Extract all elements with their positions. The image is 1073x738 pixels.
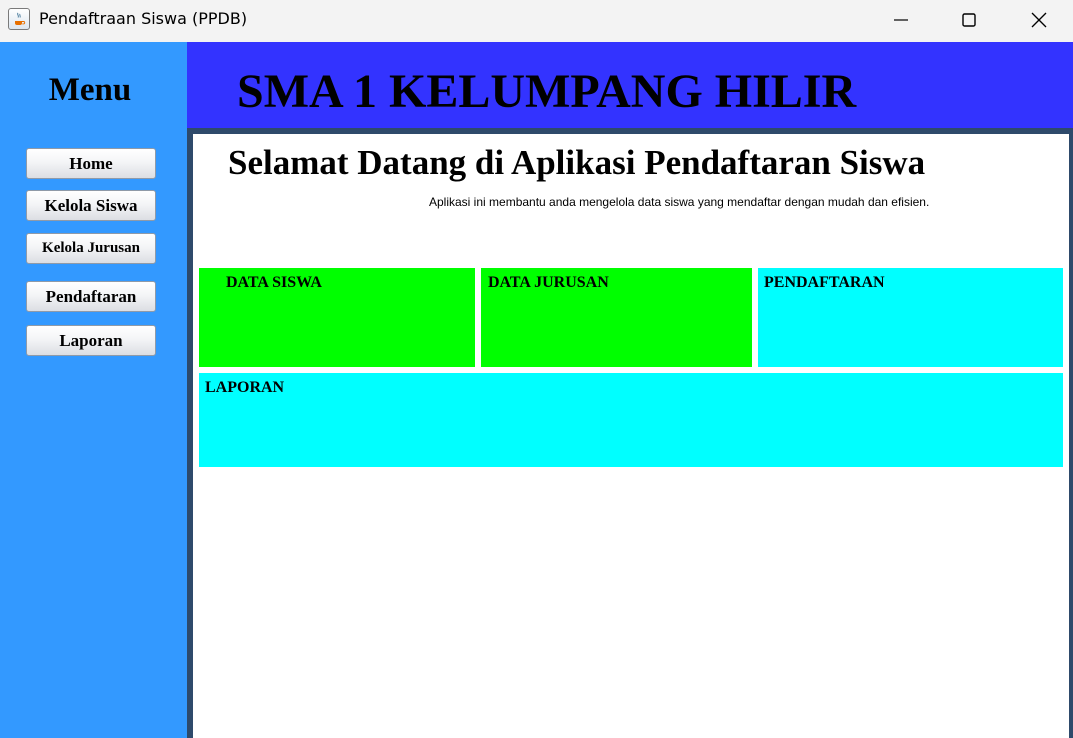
laporan-panel[interactable]: LAPORAN <box>199 373 1063 467</box>
pendaftaran-panel[interactable]: PENDAFTARAN <box>758 268 1063 367</box>
laporan-button[interactable]: Laporan <box>26 325 156 356</box>
menu-title: Menu <box>48 72 132 108</box>
close-button[interactable] <box>1004 0 1073 40</box>
maximize-button[interactable] <box>934 0 1004 40</box>
kelola-siswa-button[interactable]: Kelola Siswa <box>26 190 156 221</box>
kelola-jurusan-button[interactable]: Kelola Jurusan <box>26 233 156 264</box>
data-jurusan-panel[interactable]: DATA JURUSAN <box>481 268 752 367</box>
data-siswa-label: DATA SISWA <box>226 274 322 291</box>
window-title: Pendaftraan Siswa (PPDB) <box>39 9 248 28</box>
minimize-button[interactable] <box>866 0 936 40</box>
title-bar[interactable]: Pendaftraan Siswa (PPDB) <box>0 0 1073 42</box>
pendaftaran-button[interactable]: Pendaftaran <box>26 281 156 312</box>
close-icon <box>1031 12 1047 28</box>
minimize-icon <box>894 19 908 21</box>
maximize-icon <box>962 13 976 27</box>
home-button[interactable]: Home <box>26 148 156 179</box>
school-name: SMA 1 KELUMPANG HILIR <box>237 65 857 118</box>
pendaftaran-label: PENDAFTARAN <box>764 274 885 291</box>
data-jurusan-label: DATA JURUSAN <box>488 274 609 291</box>
welcome-description: Aplikasi ini membantu anda mengelola dat… <box>429 195 930 209</box>
content-panel: Selamat Datang di Aplikasi Pendaftaran S… <box>193 134 1069 738</box>
sidebar: Menu Home Kelola Siswa Kelola Jurusan Pe… <box>0 42 187 738</box>
school-header: SMA 1 KELUMPANG HILIR <box>187 42 1073 128</box>
app-window: Pendaftraan Siswa (PPDB) Menu Home Kelol… <box>0 0 1073 738</box>
data-siswa-panel[interactable]: DATA SISWA <box>199 268 475 367</box>
welcome-title: Selamat Datang di Aplikasi Pendaftaran S… <box>228 143 926 182</box>
java-app-icon <box>8 8 30 30</box>
laporan-label: LAPORAN <box>205 379 285 396</box>
